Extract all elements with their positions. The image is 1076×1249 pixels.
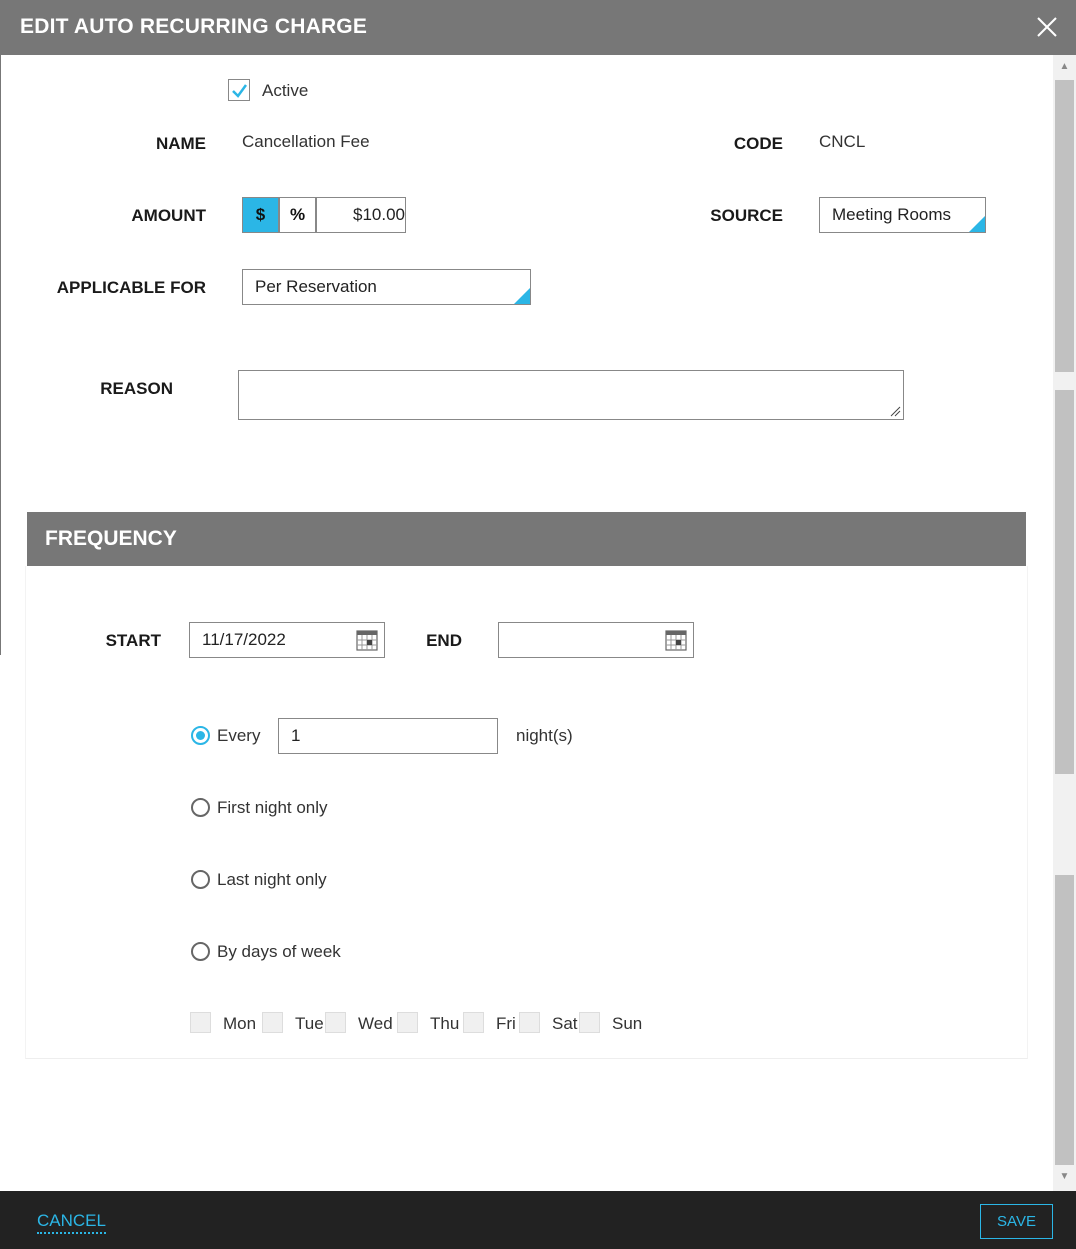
dialog-title: EDIT AUTO RECURRING CHARGE — [20, 15, 368, 38]
close-icon[interactable] — [1034, 14, 1060, 40]
day-checkbox-sun[interactable] — [579, 1012, 600, 1033]
source-select[interactable]: Meeting Rooms — [819, 197, 986, 233]
dialog-footer: CANCEL SAVE — [0, 1191, 1076, 1249]
name-label: NAME — [155, 134, 206, 153]
checkmark-icon — [232, 84, 248, 98]
scrollbar[interactable]: ▲ ▼ — [1053, 55, 1076, 1191]
scroll-up-icon[interactable]: ▲ — [1053, 57, 1076, 77]
day-label-thu: Thu — [430, 1014, 460, 1033]
by-days-radio[interactable] — [191, 942, 210, 961]
amount-label: AMOUNT — [131, 206, 206, 225]
frequency-title: FREQUENCY — [45, 527, 177, 550]
dropdown-corner-icon — [969, 216, 985, 232]
day-checkbox-tue[interactable] — [262, 1012, 283, 1033]
start-label: START — [105, 631, 161, 650]
dialog-titlebar: EDIT AUTO RECURRING CHARGE — [0, 0, 1076, 55]
reason-label: REASON — [100, 379, 173, 398]
active-label: Active — [262, 81, 309, 100]
applicable-for-value: Per Reservation — [255, 277, 377, 296]
day-checkbox-mon[interactable] — [190, 1012, 211, 1033]
scrollbar-thumb[interactable] — [1055, 80, 1074, 372]
day-checkbox-fri[interactable] — [463, 1012, 484, 1033]
end-date-input[interactable] — [498, 622, 694, 658]
day-checkbox-wed[interactable] — [325, 1012, 346, 1033]
day-label-sat: Sat — [552, 1014, 578, 1033]
day-checkbox-thu[interactable] — [397, 1012, 418, 1033]
every-label: Every — [217, 726, 261, 745]
name-value: Cancellation Fee — [242, 132, 370, 151]
day-label-fri: Fri — [496, 1014, 516, 1033]
reason-textarea[interactable] — [238, 370, 904, 420]
start-date-value: 11/17/2022 — [202, 630, 286, 649]
save-button[interactable]: SAVE — [980, 1204, 1053, 1239]
day-label-tue: Tue — [295, 1014, 324, 1033]
first-night-radio[interactable] — [191, 798, 210, 817]
source-value: Meeting Rooms — [832, 205, 952, 224]
every-count-value: 1 — [291, 726, 301, 745]
every-radio[interactable] — [191, 726, 210, 745]
last-night-radio[interactable] — [191, 870, 210, 889]
start-date-input[interactable]: 11/17/2022 — [189, 622, 385, 658]
every-unit-label: night(s) — [516, 726, 573, 745]
dialog-border — [0, 55, 1, 655]
applicable-for-select[interactable]: Per Reservation — [242, 269, 531, 305]
day-label-sun: Sun — [612, 1014, 643, 1033]
code-label: CODE — [733, 134, 783, 153]
last-night-label: Last night only — [217, 870, 327, 889]
calendar-icon[interactable] — [356, 629, 378, 651]
amount-value: $10.00 — [353, 205, 405, 224]
day-checkbox-sat[interactable] — [519, 1012, 540, 1033]
every-count-input[interactable]: 1 — [278, 718, 498, 754]
code-value: CNCL — [819, 132, 866, 151]
frequency-section-header: FREQUENCY — [27, 512, 1026, 566]
by-days-label: By days of week — [217, 942, 341, 961]
scroll-down-icon[interactable]: ▼ — [1053, 1167, 1076, 1187]
calendar-icon[interactable] — [665, 629, 687, 651]
amount-dollar-button[interactable]: $ — [242, 197, 279, 233]
applicable-for-label: APPLICABLE FOR — [56, 278, 206, 297]
day-label-mon: Mon — [223, 1014, 257, 1033]
resize-handle-icon[interactable] — [889, 405, 901, 417]
end-label: END — [426, 631, 462, 650]
dropdown-corner-icon — [514, 288, 530, 304]
scrollbar-thumb-segment[interactable] — [1055, 875, 1074, 1165]
source-label: SOURCE — [710, 206, 783, 225]
amount-percent-button[interactable]: % — [279, 197, 316, 233]
cancel-button[interactable]: CANCEL — [37, 1211, 106, 1234]
day-label-wed: Wed — [358, 1014, 393, 1033]
first-night-label: First night only — [217, 798, 328, 817]
scrollbar-thumb-segment[interactable] — [1055, 390, 1074, 774]
amount-input[interactable]: $10.00 — [316, 197, 406, 233]
active-checkbox[interactable] — [228, 79, 250, 101]
